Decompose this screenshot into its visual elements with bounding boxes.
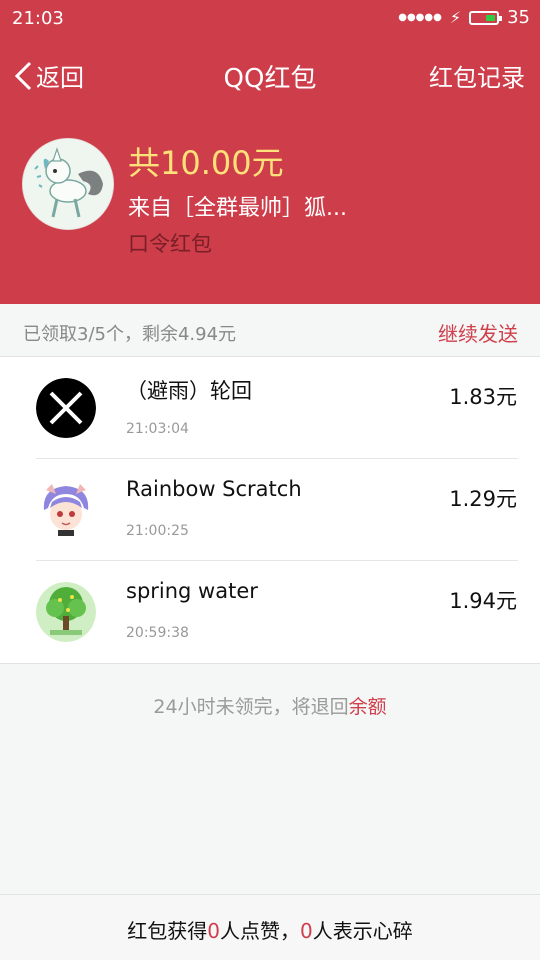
battery-icon bbox=[469, 10, 503, 25]
continue-send-button[interactable]: 继续发送 bbox=[438, 318, 518, 347]
packet-type: 口令红包 bbox=[128, 232, 212, 256]
packet-total: 共10.00元 bbox=[128, 144, 284, 182]
tree-avatar-icon bbox=[36, 582, 96, 642]
reaction-footer: 红包获得0人点赞，0人表示心碎 bbox=[0, 894, 540, 960]
list-item[interactable]: Rainbow Scratch 21:00:25 1.29元 bbox=[0, 459, 540, 561]
balance-link[interactable]: 余额 bbox=[349, 696, 387, 718]
hearts-count: 0 bbox=[300, 919, 313, 943]
footer-text-1: 红包获得 bbox=[127, 919, 208, 943]
x-circle-avatar-icon bbox=[36, 378, 96, 438]
records-link[interactable]: 红包记录 bbox=[429, 58, 525, 93]
list-item[interactable]: （避雨）轮回 21:03:04 1.83元 bbox=[0, 357, 540, 459]
status-indicators: ●●●●● ⚡ 35 bbox=[398, 7, 530, 28]
recipient-avatar[interactable] bbox=[36, 480, 96, 540]
red-packet-header: 返回 QQ红包 红包记录 共10.00元 来自［全群最帅］狐... 口令红包 bbox=[0, 38, 540, 342]
sender-avatar[interactable] bbox=[22, 138, 114, 230]
recipient-name: spring water bbox=[126, 579, 258, 603]
recipient-avatar[interactable] bbox=[36, 582, 96, 642]
recipient-time: 20:59:38 bbox=[126, 625, 189, 641]
list-item[interactable]: spring water 20:59:38 1.94元 bbox=[0, 561, 540, 663]
recipient-amount: 1.29元 bbox=[449, 487, 517, 511]
recipient-name: Rainbow Scratch bbox=[126, 477, 302, 501]
footer-text-3: 人表示心碎 bbox=[312, 919, 413, 943]
refund-notice-text: 24小时未领完，将退回 bbox=[153, 696, 349, 718]
recipient-list: （避雨）轮回 21:03:04 1.83元 Rainbow Scratch 21… bbox=[0, 357, 540, 664]
recipient-time: 21:03:04 bbox=[126, 421, 189, 437]
status-time: 21:03 bbox=[12, 8, 64, 29]
recipient-time: 21:00:25 bbox=[126, 523, 189, 539]
likes-count: 0 bbox=[207, 919, 220, 943]
pony-avatar-icon bbox=[23, 139, 113, 229]
footer-text-2: 人点赞， bbox=[220, 919, 300, 943]
anime-girl-avatar-icon bbox=[36, 480, 96, 540]
recipient-name: （避雨）轮回 bbox=[126, 379, 252, 403]
recipient-avatar[interactable] bbox=[36, 378, 96, 438]
recipient-amount: 1.94元 bbox=[449, 589, 517, 613]
recipient-amount: 1.83元 bbox=[449, 385, 517, 409]
refund-notice: 24小时未领完，将退回余额 bbox=[0, 692, 540, 719]
claim-summary: 已领取3/5个，剩余4.94元 bbox=[23, 324, 237, 345]
charging-icon: ⚡ bbox=[449, 8, 462, 27]
battery-level: 35 bbox=[507, 7, 530, 28]
signal-icon: ●●●●● bbox=[398, 11, 442, 23]
packet-sender: 来自［全群最帅］狐... bbox=[128, 196, 347, 221]
status-bar: 21:03 ●●●●● ⚡ 35 bbox=[0, 0, 540, 38]
claim-summary-bar: 已领取3/5个，剩余4.94元 继续发送 bbox=[0, 304, 540, 357]
